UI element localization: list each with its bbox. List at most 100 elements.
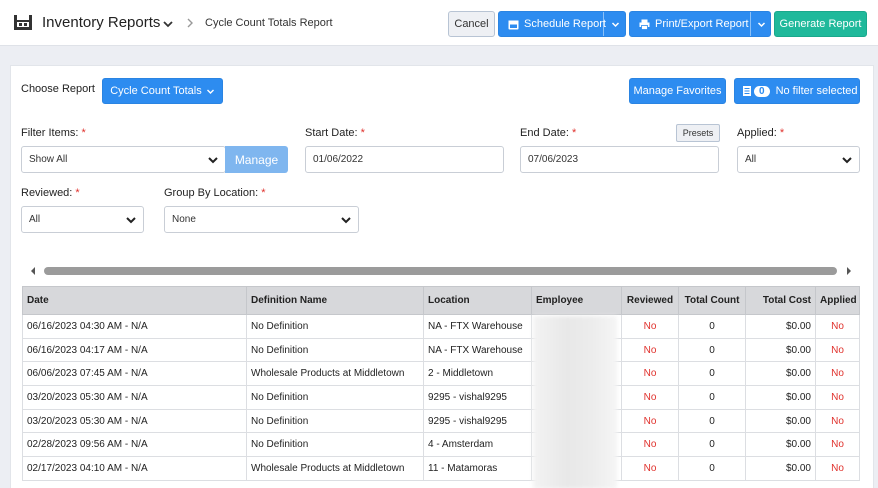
cell-definition: No Definition	[246, 408, 424, 434]
filter-items-select[interactable]: Show All	[21, 146, 226, 173]
cell-total-count: 0	[678, 408, 746, 434]
start-date-value: 01/06/2022	[313, 154, 364, 165]
column-header-total-cost[interactable]: Total Cost	[745, 286, 816, 315]
cell-total-cost: $0.00	[745, 456, 816, 481]
scroll-left-icon[interactable]	[29, 266, 37, 276]
group-by-value: None	[172, 214, 196, 225]
reviewed-label: Reviewed: *	[21, 187, 80, 199]
cell-date: 03/20/2023 05:30 AM - N/A	[22, 408, 247, 434]
filter-status-label: No filter selected	[775, 85, 858, 97]
column-header-applied[interactable]: Applied	[815, 286, 860, 315]
cell-definition: No Definition	[246, 337, 424, 363]
cell-location: 11 - Matamoras	[423, 456, 532, 481]
table-row[interactable]: 02/17/2023 04:10 AM - N/A Wholesale Prod…	[22, 456, 860, 481]
column-header-total-count[interactable]: Total Count	[678, 286, 746, 315]
table-row[interactable]: 03/20/2023 05:30 AM - N/A No Definition …	[22, 385, 860, 410]
report-panel: Choose Report Cycle Count Totals Manage …	[10, 65, 874, 488]
cell-reviewed: No	[621, 432, 679, 458]
filter-list-icon	[743, 86, 751, 96]
chevron-down-icon	[341, 217, 351, 224]
cell-location: NA - FTX Warehouse	[423, 314, 532, 339]
cell-total-count: 0	[678, 314, 746, 339]
table-row[interactable]: 03/20/2023 05:30 AM - N/A No Definition …	[22, 408, 860, 434]
filter-items-value: Show All	[29, 154, 68, 165]
warehouse-icon	[14, 15, 32, 30]
reviewed-value: All	[29, 214, 41, 225]
cell-location: 4 - Amsterdam	[423, 432, 532, 458]
cell-applied: No	[815, 361, 860, 387]
page-title[interactable]: Inventory Reports	[42, 14, 160, 31]
print-export-button[interactable]: Print/Export Report	[629, 11, 771, 37]
report-table: Date Definition Name Location Employee R…	[22, 286, 860, 481]
group-by-select[interactable]: None	[164, 206, 359, 233]
manage-favorites-button[interactable]: Manage Favorites	[629, 78, 726, 104]
cell-date: 06/16/2023 04:30 AM - N/A	[22, 314, 247, 339]
chevron-down-icon	[842, 157, 852, 164]
cell-date: 02/28/2023 09:56 AM - N/A	[22, 432, 247, 458]
cell-definition: Wholesale Products at Middletown	[246, 456, 424, 481]
report-select[interactable]: Cycle Count Totals	[102, 78, 223, 104]
generate-report-button[interactable]: Generate Report	[774, 11, 867, 37]
cell-definition: Wholesale Products at Middletown	[246, 361, 424, 387]
cell-applied: No	[815, 385, 860, 410]
end-date-value: 07/06/2023	[528, 154, 579, 165]
filter-count-badge: 0	[754, 85, 770, 97]
presets-button[interactable]: Presets	[676, 124, 720, 142]
cell-reviewed: No	[621, 385, 679, 410]
schedule-report-label: Schedule Report	[524, 18, 606, 30]
cell-reviewed: No	[621, 337, 679, 363]
table-row[interactable]: 06/16/2023 04:17 AM - N/A No Definition …	[22, 337, 860, 363]
cell-date: 03/20/2023 05:30 AM - N/A	[22, 385, 247, 410]
cell-total-cost: $0.00	[745, 314, 816, 339]
column-header-employee[interactable]: Employee	[531, 286, 622, 315]
end-date-input[interactable]: 07/06/2023	[520, 146, 719, 173]
reviewed-select[interactable]: All	[21, 206, 144, 233]
filter-status-button[interactable]: 0 No filter selected	[734, 78, 860, 104]
cell-applied: No	[815, 408, 860, 434]
chevron-down-icon[interactable]	[162, 18, 174, 30]
cell-total-cost: $0.00	[745, 408, 816, 434]
chevron-down-icon[interactable]	[611, 20, 620, 29]
cell-reviewed: No	[621, 456, 679, 481]
chevron-down-icon[interactable]	[757, 20, 766, 29]
calendar-icon	[508, 20, 519, 29]
cell-location: NA - FTX Warehouse	[423, 337, 532, 363]
chevron-right-icon	[187, 18, 193, 28]
applied-select[interactable]: All	[737, 146, 860, 173]
cell-total-count: 0	[678, 456, 746, 481]
cell-total-count: 0	[678, 361, 746, 387]
cell-total-cost: $0.00	[745, 337, 816, 363]
redacted-employee-column	[533, 316, 617, 488]
start-date-label: Start Date: *	[305, 127, 365, 139]
cell-total-count: 0	[678, 432, 746, 458]
cell-definition: No Definition	[246, 385, 424, 410]
top-bar: Inventory Reports Cycle Count Totals Rep…	[0, 0, 878, 46]
printer-icon	[639, 19, 650, 30]
schedule-report-button[interactable]: Schedule Report	[498, 11, 626, 37]
cell-applied: No	[815, 337, 860, 363]
table-row[interactable]: 06/06/2023 07:45 AM - N/A Wholesale Prod…	[22, 361, 860, 387]
horizontal-scrollbar[interactable]	[44, 267, 837, 275]
column-header-location[interactable]: Location	[423, 286, 532, 315]
cell-location: 2 - Middletown	[423, 361, 532, 387]
filter-items-label: Filter Items: *	[21, 127, 86, 139]
column-header-reviewed[interactable]: Reviewed	[621, 286, 679, 315]
column-header-date[interactable]: Date	[22, 286, 247, 315]
cell-applied: No	[815, 456, 860, 481]
column-header-definition-name[interactable]: Definition Name	[246, 286, 424, 315]
table-row[interactable]: 02/28/2023 09:56 AM - N/A No Definition …	[22, 432, 860, 458]
table-header-row: Date Definition Name Location Employee R…	[22, 286, 860, 315]
chevron-down-icon	[206, 89, 214, 94]
scroll-right-icon[interactable]	[845, 266, 853, 276]
start-date-input[interactable]: 01/06/2022	[305, 146, 504, 173]
cell-definition: No Definition	[246, 432, 424, 458]
cell-total-cost: $0.00	[745, 385, 816, 410]
cancel-button[interactable]: Cancel	[448, 11, 495, 37]
cell-date: 02/17/2023 04:10 AM - N/A	[22, 456, 247, 481]
cell-reviewed: No	[621, 408, 679, 434]
report-select-value: Cycle Count Totals	[110, 85, 202, 97]
cell-reviewed: No	[621, 361, 679, 387]
table-row[interactable]: 06/16/2023 04:30 AM - N/A No Definition …	[22, 314, 860, 339]
print-export-label: Print/Export Report	[655, 18, 749, 30]
manage-button[interactable]: Manage	[225, 146, 288, 173]
